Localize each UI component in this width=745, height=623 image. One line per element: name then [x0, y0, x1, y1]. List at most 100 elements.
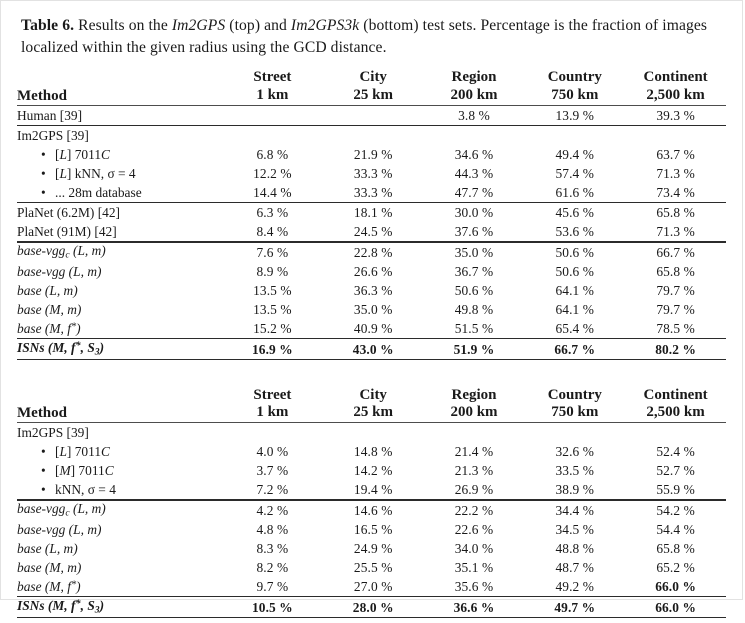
value-cell: 13.5 %: [253, 283, 292, 299]
value-cell: 65.8 %: [656, 264, 695, 280]
value-cell: 35.6 %: [454, 579, 494, 595]
value-cell: 64.1 %: [555, 283, 595, 299]
value-cell: 22.6 %: [454, 522, 494, 538]
table-gap: [17, 365, 726, 387]
value-cell: 63.7 %: [656, 147, 695, 163]
value-cell: 66.0 %: [625, 595, 726, 618]
value-cell: 54.4 %: [656, 522, 695, 538]
table-row: •... 28m database 14.4 % 33.3 % 47.7 % 61.6 …: [17, 183, 726, 203]
value-cell: 33.3 %: [353, 166, 393, 182]
value-cell: 3.8 %: [423, 104, 525, 126]
value-cell: 47.7 %: [454, 185, 494, 201]
caption-part2: (top) and: [225, 17, 291, 34]
column-header-country: Country 750 km: [547, 69, 602, 103]
table-row: Im2GPS [39]: [17, 124, 726, 145]
value-cell: 13.5 %: [253, 302, 292, 318]
table-row: PlaNet (91M) [42] 8.4 % 24.5 % 37.6 % 53.6 %…: [17, 222, 726, 242]
value-cell: 22.8 %: [322, 240, 424, 262]
value-cell: 53.6 %: [555, 224, 595, 240]
bullet-marker: •: [41, 482, 46, 498]
value-cell: [322, 421, 424, 442]
bullet-marker: •: [41, 463, 46, 479]
table-bottom-rule: [17, 616, 726, 623]
value-cell: 65.8 %: [625, 201, 726, 222]
value-cell: 49.2 %: [555, 579, 595, 595]
value-cell: 50.6 %: [454, 283, 494, 299]
method-cell: • kNN, σ = 4: [41, 482, 116, 498]
column-header-region: Region 200 km: [450, 69, 498, 103]
value-cell: 65.8 %: [656, 541, 695, 557]
method-cell: base (L, m): [17, 541, 78, 557]
value-cell: 49.4 %: [555, 147, 595, 163]
value-cell: 64.1 %: [555, 302, 595, 318]
value-cell: 14.6 %: [322, 498, 424, 520]
value-cell: 10.5 %: [222, 595, 323, 618]
table-figure-page: Table 6. Results on the Im2GPS (top) and…: [0, 0, 743, 623]
im2gps3k-results-table: Method Street 1 km City 25 km Region 200…: [17, 387, 726, 623]
method-cell: base-vgg (L, m): [17, 264, 102, 280]
value-cell: 66.7 %: [625, 240, 726, 262]
value-cell: 12.2 %: [253, 166, 292, 182]
column-header-street: Street 1 km: [253, 386, 292, 421]
method-cell: base (M, f*): [17, 321, 81, 337]
table-row: • [L] kNN, σ = 4 12.2 % 33.3 % 44.3 % 57.4 % 7…: [17, 164, 726, 183]
value-cell: 8.9 %: [256, 264, 289, 280]
method-cell: base (M, f*): [17, 579, 81, 595]
value-cell: 43.0 %: [322, 337, 424, 360]
value-cell: 55.9 %: [656, 482, 695, 498]
value-cell: 14.4 %: [253, 185, 292, 201]
method-cell: • [M] 7011C: [41, 463, 114, 479]
method-cell: • [L] 7011C: [41, 147, 110, 163]
column-header-method: Method: [17, 87, 67, 104]
value-cell: 36.3 %: [353, 283, 393, 299]
method-cell: base-vgg (L, m): [17, 522, 102, 538]
im2gps-results-table: Method Street 1 km City 25 km Region 200…: [17, 69, 726, 365]
value-cell: 14.8 %: [353, 444, 393, 460]
column-header-street: Street 1 km: [253, 69, 292, 103]
value-cell: 32.6 %: [555, 444, 595, 460]
value-cell: 6.3 %: [222, 201, 323, 222]
bullet-marker: •: [41, 147, 46, 163]
method-cell: base-vggc (L, m): [17, 240, 222, 262]
column-header-continent: Continent 2,500 km: [643, 69, 708, 103]
value-cell: [322, 124, 424, 145]
method-cell: base (M, m): [17, 560, 82, 576]
table-row: base-vggc (L, m) 4.2 % 14.6 % 22.2 % 34.4 % 5…: [17, 498, 726, 520]
method-cell: ISNs (M, f*, S3): [17, 337, 222, 360]
value-cell: 16.5 %: [353, 522, 393, 538]
value-cell: 33.5 %: [555, 463, 595, 479]
method-cell: base (L, m): [17, 283, 78, 299]
value-cell: 14.2 %: [353, 463, 393, 479]
bullet-marker: •: [41, 444, 46, 460]
table-row: base-vgg (L, m) 8.9 % 26.6 % 36.7 % 50.6 % 65…: [17, 262, 726, 281]
value-cell: 21.9 %: [353, 147, 393, 163]
method-cell: ISNs (M, f*, S3): [17, 595, 222, 618]
value-cell: 21.3 %: [454, 463, 494, 479]
caption-dataset-bottom: Im2GPS3k: [290, 17, 360, 34]
value-cell: 15.2 %: [253, 321, 292, 337]
value-cell: [625, 124, 726, 145]
value-cell: [625, 421, 726, 442]
method-cell: Im2GPS [39]: [17, 421, 222, 442]
value-cell: 48.7 %: [555, 560, 595, 576]
value-cell: 9.7 %: [256, 579, 289, 595]
value-cell: 34.4 %: [524, 498, 626, 520]
value-cell: 4.8 %: [256, 522, 289, 538]
value-cell: 37.6 %: [454, 224, 494, 240]
value-cell: [222, 104, 323, 126]
value-cell: 4.0 %: [256, 444, 289, 460]
bullet-marker: •: [41, 185, 46, 201]
method-cell: • [L] kNN, σ = 4: [41, 166, 136, 182]
value-cell: 8.4 %: [256, 224, 289, 240]
value-cell: 49.7 %: [524, 595, 626, 618]
value-cell: 19.4 %: [353, 482, 393, 498]
value-cell: 36.7 %: [454, 264, 494, 280]
value-cell: 57.4 %: [555, 166, 595, 182]
value-cell: 30.0 %: [423, 201, 525, 222]
value-cell: 7.6 %: [222, 240, 323, 262]
value-cell: 79.7 %: [656, 283, 695, 299]
value-cell: 4.2 %: [222, 498, 323, 520]
value-cell: 6.8 %: [256, 147, 289, 163]
value-cell: 45.6 %: [524, 201, 626, 222]
method-cell: base (M, m): [17, 302, 82, 318]
